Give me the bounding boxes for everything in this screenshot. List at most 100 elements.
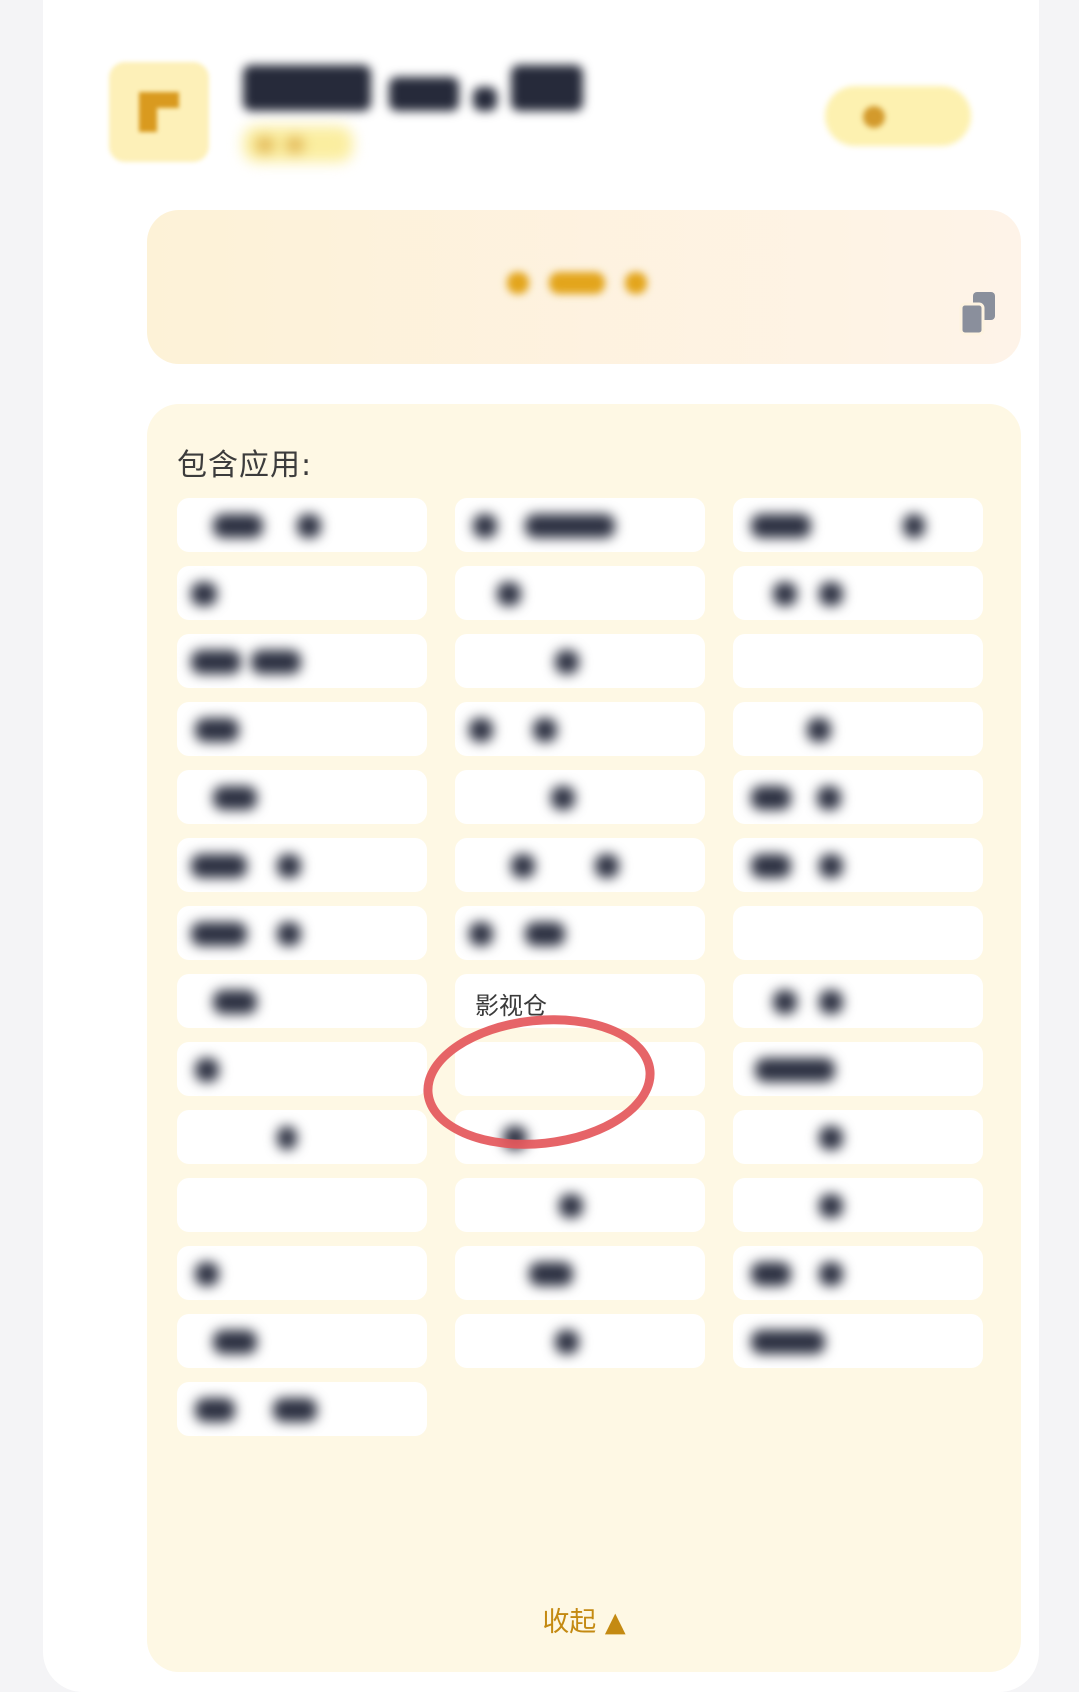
redacted-app-name	[817, 786, 841, 810]
redacted-app-title	[243, 65, 613, 115]
redacted-app-name	[755, 1058, 835, 1082]
redacted-app-name	[469, 922, 493, 946]
redacted-app-name	[773, 990, 797, 1014]
redacted-app-name	[195, 1398, 235, 1422]
app-item[interactable]	[177, 634, 427, 688]
app-item[interactable]	[455, 1314, 705, 1368]
app-item[interactable]	[733, 498, 983, 552]
redacted-subtitle	[243, 126, 353, 162]
redacted-app-name	[191, 650, 241, 674]
app-item[interactable]	[177, 702, 427, 756]
app-item[interactable]	[177, 1042, 427, 1096]
redacted-app-name	[555, 650, 579, 674]
app-item[interactable]	[177, 1382, 427, 1436]
app-item[interactable]	[177, 498, 427, 552]
redacted-app-name	[191, 854, 247, 878]
app-item[interactable]	[455, 566, 705, 620]
redacted-app-name	[503, 1126, 527, 1150]
app-item[interactable]	[455, 1178, 705, 1232]
redacted-app-name	[469, 718, 493, 742]
redacted-app-name	[751, 1330, 825, 1354]
app-item[interactable]	[733, 1246, 983, 1300]
redacted-app-name	[273, 1398, 317, 1422]
redacted-app-name	[213, 990, 257, 1014]
redacted-app-name	[819, 1126, 843, 1150]
redacted-app-name	[751, 786, 791, 810]
app-item[interactable]	[455, 634, 705, 688]
redacted-app-name	[903, 514, 925, 538]
redacted-app-name	[277, 854, 301, 878]
app-item[interactable]	[455, 1246, 705, 1300]
redacted-app-name	[525, 514, 615, 538]
app-item[interactable]	[177, 1110, 427, 1164]
app-item[interactable]	[177, 1314, 427, 1368]
redacted-app-name	[807, 718, 831, 742]
app-item[interactable]	[733, 1178, 983, 1232]
app-item[interactable]	[733, 1110, 983, 1164]
redacted-app-name	[595, 854, 619, 878]
app-item[interactable]	[733, 566, 983, 620]
redacted-app-name	[525, 922, 565, 946]
redacted-app-name	[195, 1262, 219, 1286]
redacted-code	[507, 268, 667, 298]
redacted-app-name	[473, 514, 497, 538]
redacted-app-name	[559, 1194, 583, 1218]
redacted-app-name	[195, 1058, 219, 1082]
redacted-app-name	[773, 582, 797, 606]
app-item[interactable]	[733, 1314, 983, 1368]
app-item[interactable]	[455, 906, 705, 960]
app-item[interactable]	[455, 838, 705, 892]
app-item[interactable]	[177, 1178, 427, 1232]
redacted-app-name	[529, 1262, 573, 1286]
redacted-app-name	[819, 854, 843, 878]
app-item[interactable]	[733, 906, 983, 960]
app-item[interactable]	[177, 838, 427, 892]
redacted-app-name	[213, 1330, 257, 1354]
redacted-app-name	[191, 582, 217, 606]
redacted-app-name	[555, 1330, 579, 1354]
app-item[interactable]	[455, 702, 705, 756]
redacted-app-name	[213, 786, 257, 810]
brand-logo	[109, 62, 209, 162]
redacted-app-name	[819, 1194, 843, 1218]
redacted-app-name	[511, 854, 535, 878]
app-item[interactable]	[455, 1042, 705, 1096]
app-item[interactable]	[733, 1042, 983, 1096]
app-item[interactable]	[733, 702, 983, 756]
app-item[interactable]	[455, 770, 705, 824]
app-grid: 影视仓	[177, 498, 997, 1436]
app-item[interactable]	[177, 1246, 427, 1300]
redacted-app-name	[497, 582, 521, 606]
app-item[interactable]: 影视仓	[455, 974, 705, 1028]
apps-panel: 包含应用: 影视仓 收起 ▲	[147, 404, 1021, 1672]
redacted-app-name	[277, 1126, 297, 1150]
redacted-app-name	[751, 514, 811, 538]
code-box	[147, 210, 1021, 364]
redacted-app-name	[533, 718, 557, 742]
app-item[interactable]	[733, 634, 983, 688]
redacted-app-name	[751, 1262, 791, 1286]
app-item[interactable]	[455, 1110, 705, 1164]
redacted-app-name	[819, 1262, 843, 1286]
app-card: 包含应用: 影视仓 收起 ▲	[43, 0, 1039, 1692]
redacted-app-name	[551, 786, 575, 810]
app-item[interactable]	[733, 974, 983, 1028]
apps-section-title: 包含应用:	[177, 448, 313, 483]
app-item[interactable]	[733, 838, 983, 892]
collapse-button[interactable]: 收起 ▲	[147, 1600, 1021, 1639]
app-item[interactable]	[733, 770, 983, 824]
redacted-app-name	[819, 990, 843, 1014]
logo-icon	[139, 92, 179, 132]
redacted-app-name	[213, 514, 263, 538]
copy-icon[interactable]	[959, 290, 997, 336]
redacted-app-name	[251, 650, 301, 674]
app-item[interactable]	[177, 974, 427, 1028]
app-item-label: 影视仓	[475, 992, 547, 1020]
redacted-app-name	[195, 718, 239, 742]
app-item[interactable]	[177, 906, 427, 960]
app-item[interactable]	[177, 770, 427, 824]
app-item[interactable]	[455, 498, 705, 552]
app-item[interactable]	[177, 566, 427, 620]
redacted-tag-button[interactable]	[825, 86, 971, 146]
redacted-app-name	[297, 514, 321, 538]
